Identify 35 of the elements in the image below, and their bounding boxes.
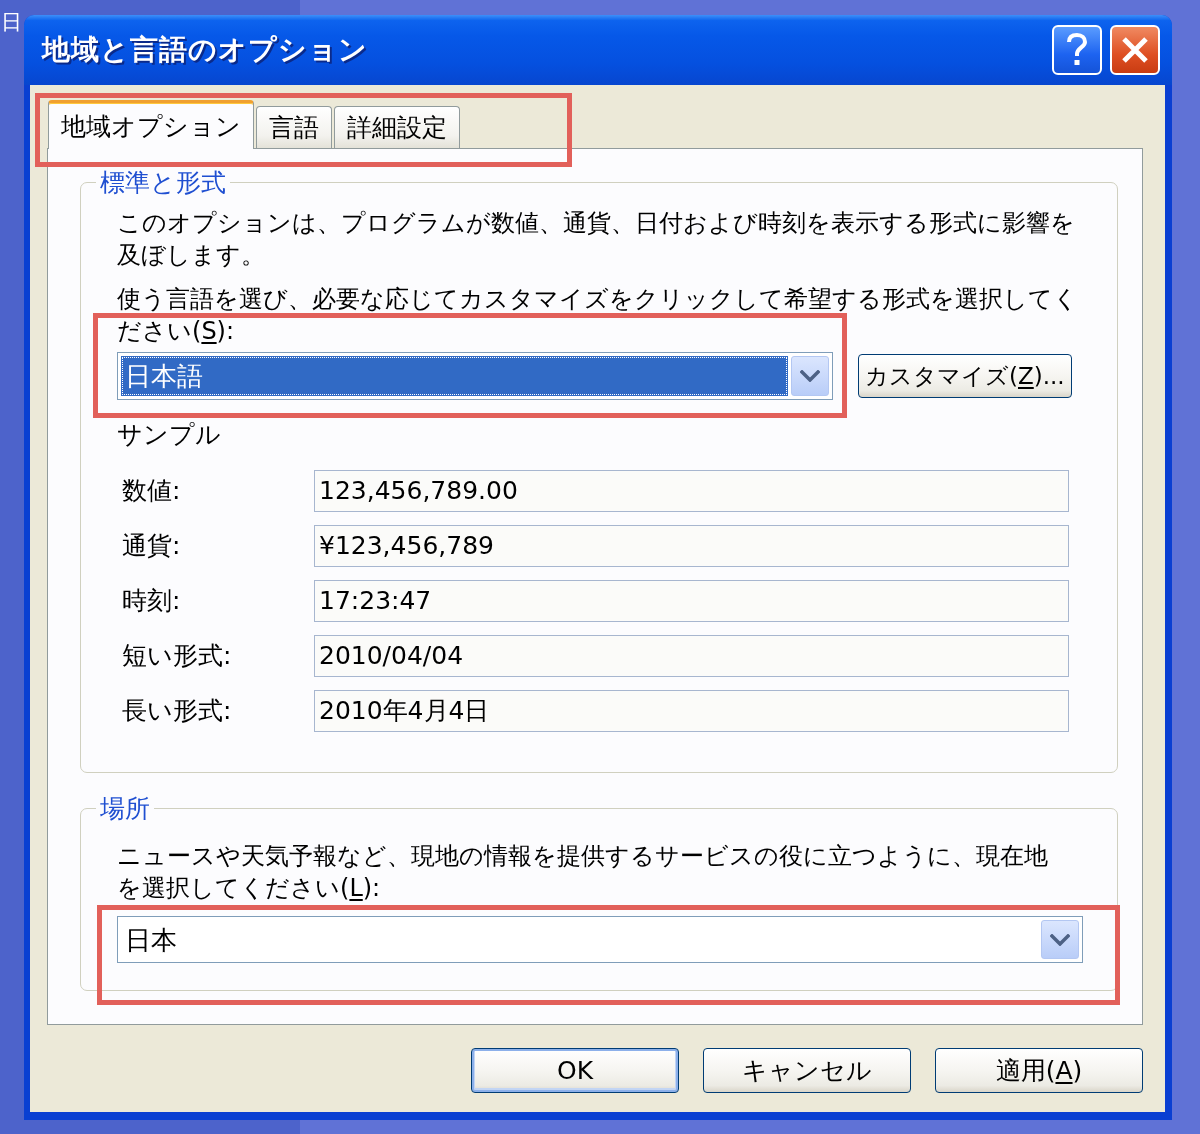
tab[interactable]: 地域オプション	[48, 100, 254, 149]
sample-field: ¥123,456,789	[314, 525, 1069, 567]
window-title: 地域と言語のオプション	[42, 32, 368, 68]
group-title: 場所	[96, 796, 154, 822]
close-icon	[1121, 36, 1149, 64]
field-label: 長い形式:	[122, 696, 233, 726]
background-window-text: 日	[1, 9, 22, 35]
sample-field: 123,456,789.00	[314, 470, 1069, 512]
language-dropdown[interactable]: 日本語	[117, 352, 833, 400]
field-label: 短い形式:	[122, 641, 233, 671]
chevron-down-icon	[800, 370, 820, 382]
location-dropdown[interactable]: 日本	[117, 916, 1083, 963]
field-label: 時刻:	[122, 586, 182, 616]
sample-field: 2010/04/04	[314, 635, 1069, 677]
description-text: このオプションは、プログラムが数値、通貨、日付および時刻を表示する形式に影響を及ぼします。	[117, 208, 1076, 271]
dropdown-button[interactable]	[791, 356, 829, 396]
help-button[interactable]	[1052, 25, 1102, 75]
group-title: 標準と形式	[96, 170, 230, 196]
dropdown-button[interactable]	[1041, 920, 1079, 959]
dialog-button[interactable]: OK	[471, 1048, 679, 1093]
sample-field: 2010年4月4日	[314, 690, 1069, 732]
chevron-down-icon	[1050, 933, 1070, 946]
tab[interactable]: 言語	[256, 106, 332, 148]
field-label: 通貨:	[122, 531, 182, 561]
help-icon	[1065, 33, 1089, 67]
close-button[interactable]	[1110, 25, 1160, 75]
sample-title: サンプル	[117, 420, 222, 450]
dialog-button[interactable]: キャンセル	[703, 1048, 911, 1093]
sample-field: 17:23:47	[314, 580, 1069, 622]
dialog-button[interactable]: 適用(A)	[935, 1048, 1143, 1093]
customize-button[interactable]: カスタマイズ(Z)...	[858, 354, 1072, 398]
prompt-text: ニュースや天気予報など、現地の情報を提供するサービスの役に立つように、現在地を選択してください(L):	[117, 841, 1049, 904]
prompt-text: 使う言語を選び、必要な応じてカスタマイズをクリックして希望する形式を選択してください(S):	[117, 284, 1079, 347]
tab[interactable]: 詳細設定	[334, 106, 460, 148]
field-label: 数値:	[122, 476, 182, 506]
